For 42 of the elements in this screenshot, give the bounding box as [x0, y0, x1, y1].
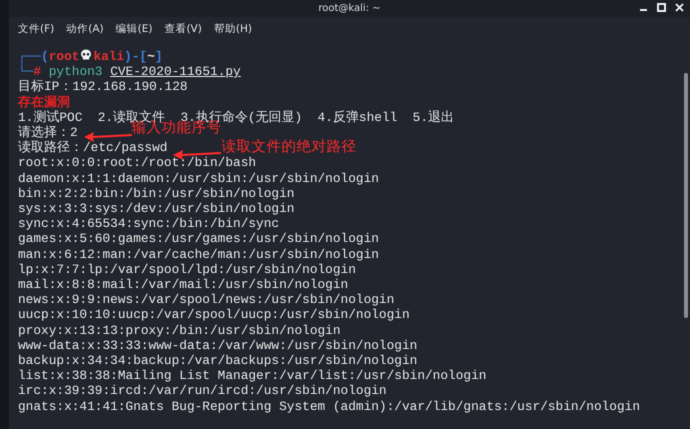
- output-line: irc:x:39:39:ircd:/var/run/ircd:/usr/sbin/nologin: [18, 383, 387, 399]
- output-line: sync:x:4:65534:sync:/bin:/bin/sync: [18, 216, 280, 232]
- output-line: sys:x:3:3:sys:/dev:/usr/sbin/nologin: [18, 201, 294, 216]
- alert-text: 存在漏洞: [18, 94, 70, 110]
- menu-item[interactable]: 查看(V): [164, 22, 202, 38]
- menu-item[interactable]: 动作(A): [66, 22, 104, 38]
- maximize-icon[interactable]: [657, 3, 666, 12]
- output-line: backup:x:34:34:backup:/var/backups:/usr/sbin/nologin: [18, 353, 418, 368]
- output-line: www-data:x:33:33:www-data:/var/www:/usr/sbin/nologin: [18, 338, 418, 354]
- output-line: games:x:5:60:games:/usr/games:/usr/sbin/nologin: [18, 231, 379, 247]
- prompt-corner: └─: [18, 64, 34, 80]
- output-line: 请选择：2: [18, 125, 78, 140]
- prompt-bracket: ]: [154, 49, 163, 64]
- output-line: mail:x:8:8:mail:/var/mail:/usr/sbin/nologin: [18, 277, 348, 292]
- script-name: CVE-2020-11651.py: [110, 64, 241, 80]
- output-line: proxy:x:13:13:proxy:/bin:/usr/sbin/nologin: [18, 322, 341, 338]
- prompt-user: root: [48, 49, 80, 64]
- output-line: list:x:38:38:Mailing List Manager:/var/list:/usr/sbin/nologin: [18, 368, 486, 384]
- output-line: gnats:x:41:41:Gnats Bug-Reporting System (admin):/var/lib/gnats:/usr/sbin/nologin: [18, 398, 640, 414]
- window-title: root@kali: ~: [318, 3, 381, 14]
- prompt-directory: ~: [147, 49, 155, 64]
- menu-item[interactable]: 文件(F): [18, 22, 54, 38]
- output-line: root:x:0:0:root:/root:/bin/bash: [18, 155, 256, 171]
- skull-icon: [80, 49, 92, 61]
- annotation-text: 读取文件的绝对路径: [221, 140, 356, 155]
- menu-item[interactable]: 帮助(H): [214, 22, 252, 38]
- scrollbar-thumb[interactable]: [684, 73, 688, 318]
- output-line: bin:x:2:2:bin:/bin:/usr/sbin/nologin: [18, 186, 294, 202]
- prompt-host: kali: [93, 49, 124, 64]
- output-line: daemon:x:1:1:daemon:/usr/sbin:/usr/sbin/nologin: [18, 170, 379, 186]
- output-line: man:x:6:12:man:/var/cache/man:/usr/sbin/nologin: [18, 246, 379, 262]
- output-line: lp:x:7:7:lp:/var/spool/lpd:/usr/sbin/nologin: [18, 262, 356, 278]
- close-icon[interactable]: [675, 3, 684, 12]
- prompt-bracket: ┌──(: [18, 49, 49, 64]
- command-text: python3: [48, 64, 102, 80]
- prompt-symbol: #: [33, 64, 42, 80]
- output-line: 目标IP：192.168.190.128: [18, 79, 188, 95]
- menu-item[interactable]: 编辑(E): [116, 22, 152, 38]
- output-line: news:x:9:9:news:/var/spool/news:/usr/sbin/nologin: [18, 292, 394, 308]
- output-line: uucp:x:10:10:uucp:/var/spool/uucp:/usr/sbin/nologin: [18, 307, 410, 323]
- prompt-bracket: )-[: [124, 49, 148, 64]
- output-line: 读取路径：/etc/passwd: [18, 140, 168, 156]
